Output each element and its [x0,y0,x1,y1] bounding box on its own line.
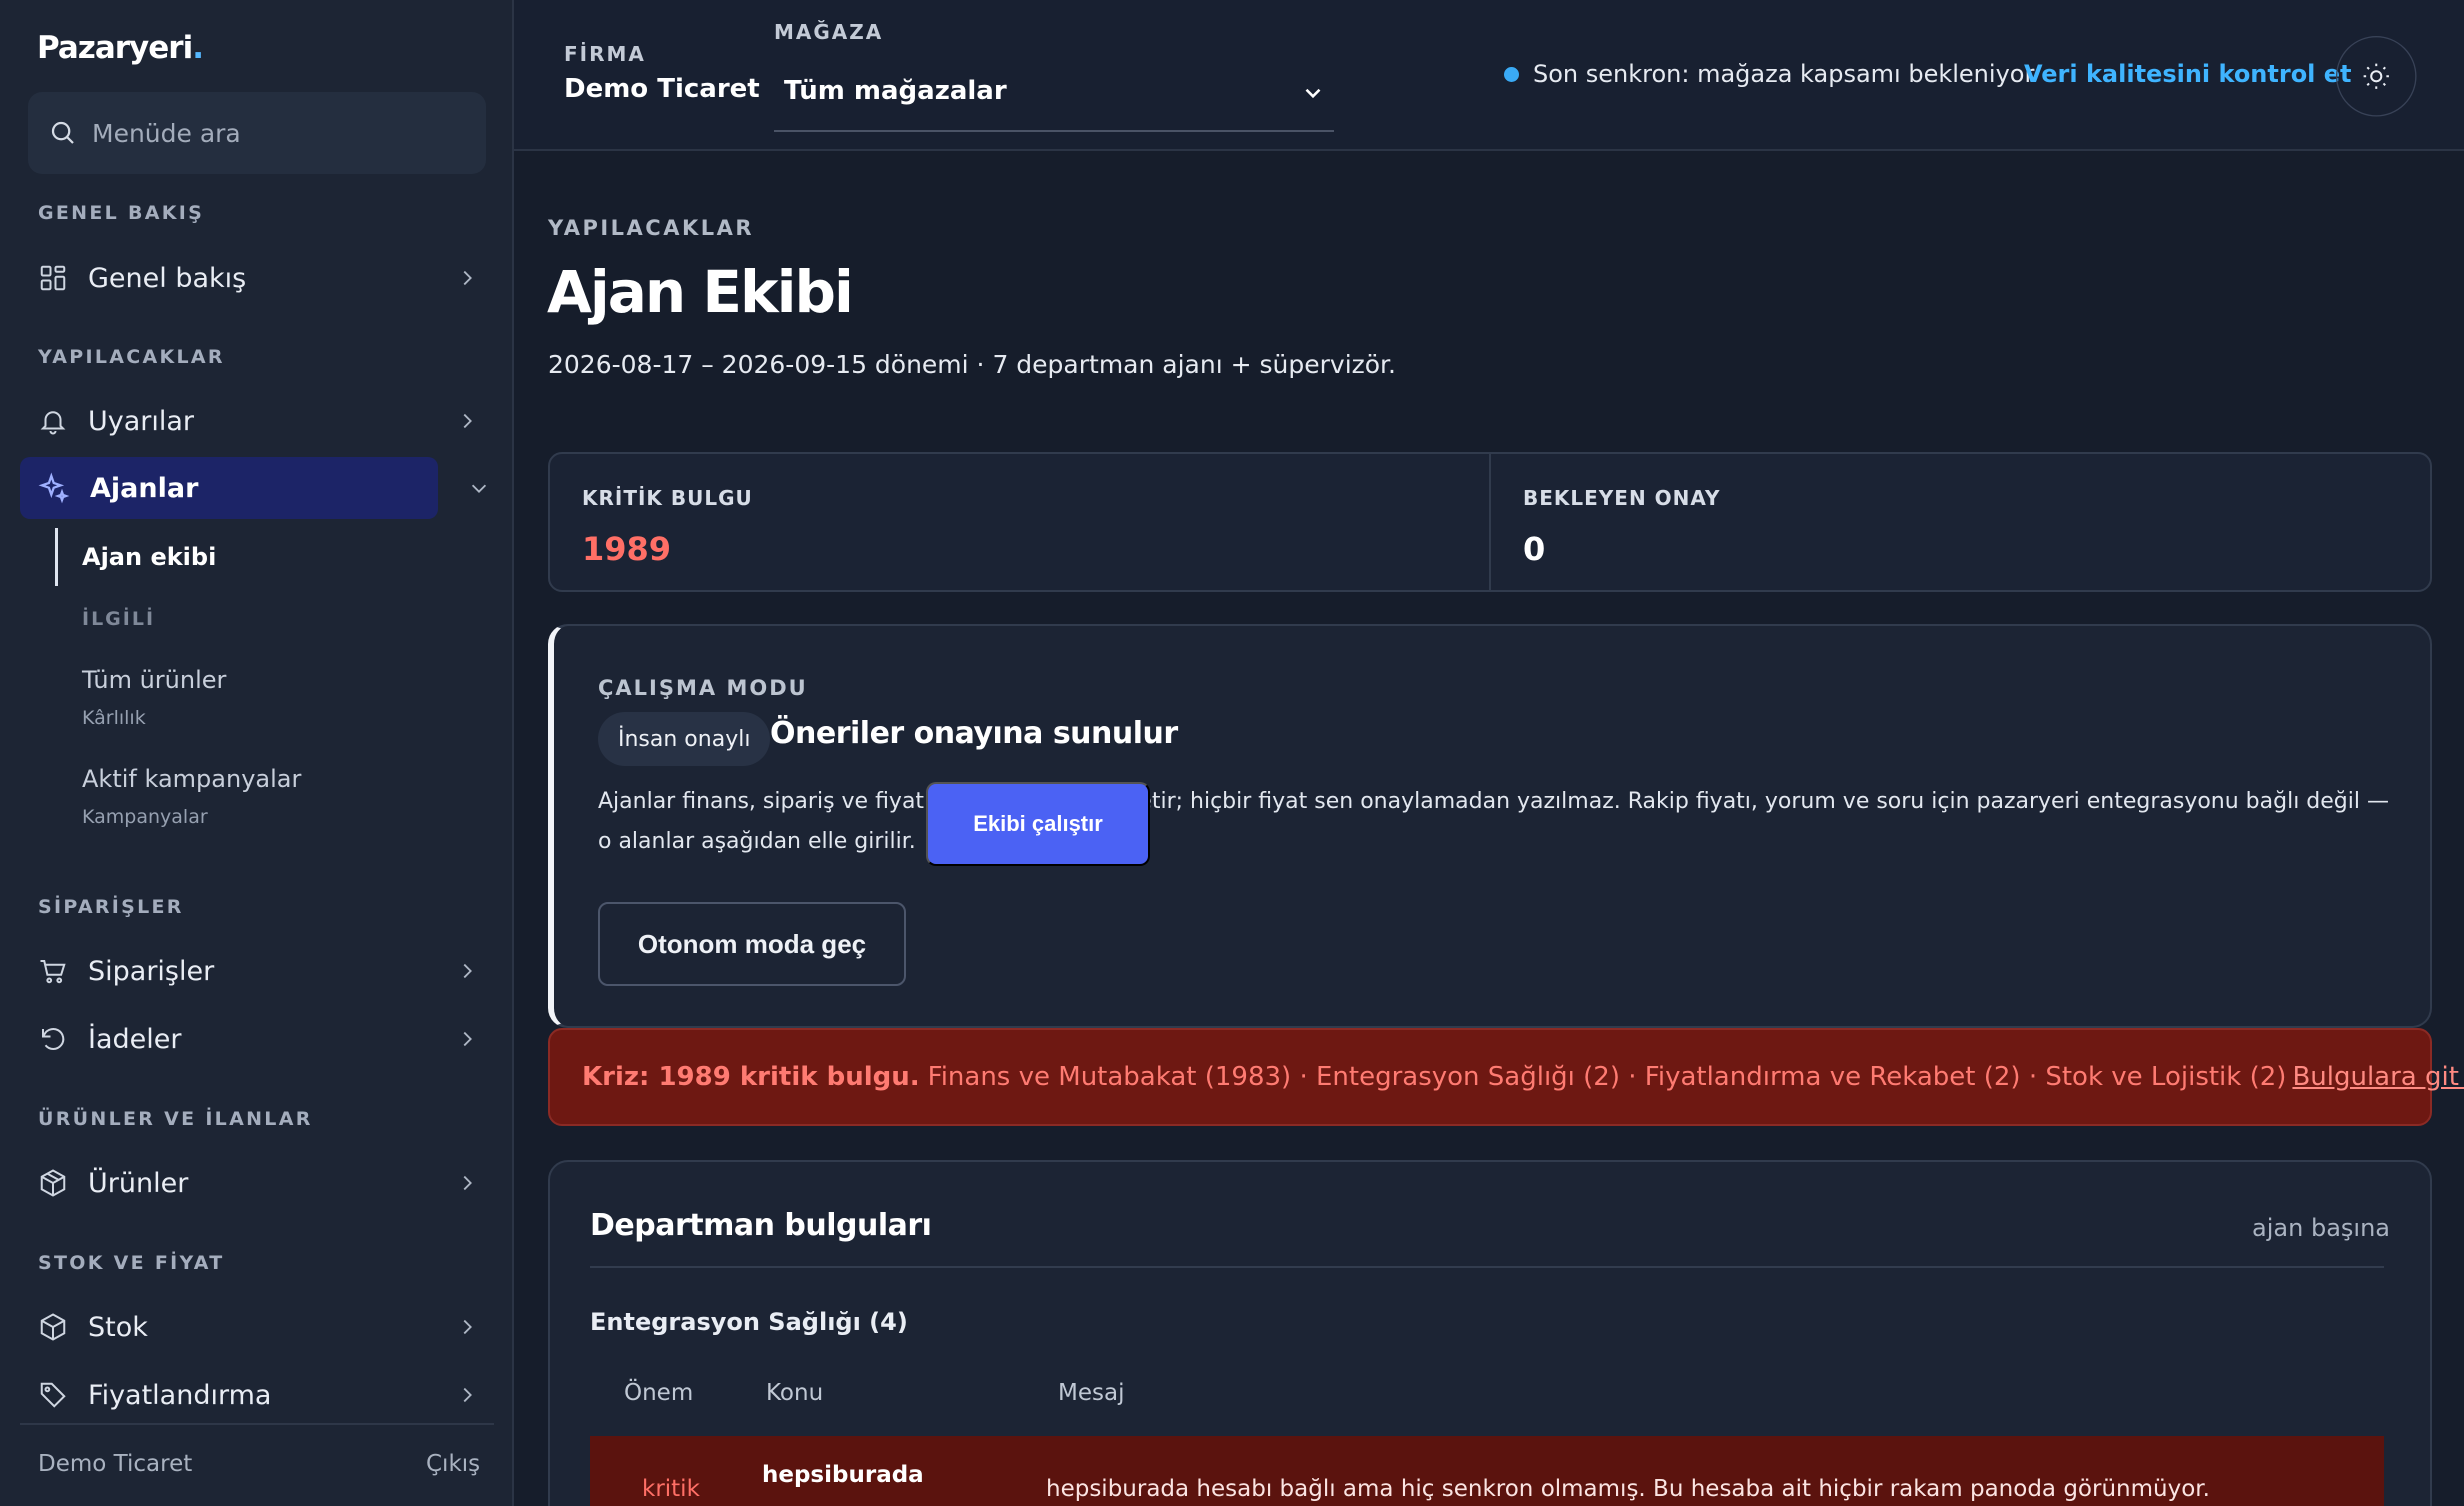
table-row[interactable]: kritik hepsiburada hepsiburada hesabı ba… [590,1436,2384,1506]
store-select[interactable]: Tüm mağazalar [774,70,1334,132]
mode-label: ÇALIŞMA MODU [598,676,808,700]
top-bar: FİRMA Demo Ticaret MAĞAZA Tüm mağazalar … [514,0,2464,151]
sidebar-item-returns[interactable]: İadeler [20,1008,490,1070]
sidebar-item-stock[interactable]: Stok [20,1296,490,1358]
sidebar-item-label: Uyarılar [88,405,195,437]
sidebar-item-pricing[interactable]: Fiyatlandırma [20,1364,490,1426]
search-placeholder: Menüde ara [92,118,241,148]
chevron-right-icon [456,1172,478,1194]
stat-label: BEKLEYEN ONAY [1523,486,1721,510]
stat-value: 1989 [582,530,672,568]
findings-group-title: Entegrasyon Sağlığı (4) [590,1308,908,1336]
sync-status: Son senkron: mağaza kapsamı bekleniyor [1504,60,2034,88]
menu-search-input[interactable]: Menüde ara [28,92,486,174]
mode-description: Ajanlar finans, sipariş ve fiyat verisin… [598,789,2389,854]
section-orders: SİPARİŞLER [38,896,184,918]
sidebar-item-alerts[interactable]: Uyarılar [20,390,490,452]
sidebar: Pazaryeri. Menüde ara GENEL BAKIŞ Genel … [0,0,514,1506]
sidebar-item-agents[interactable]: Ajanlar [20,457,487,519]
mode-badge: İnsan onaylı [598,712,771,766]
crisis-banner: Kriz: 1989 kritik bulgu. Finans ve Mutab… [548,1028,2464,1126]
stat-label: KRİTİK BULGU [582,486,753,510]
severity-badge: kritik [642,1476,700,1502]
search-icon [48,118,78,148]
department-findings-panel: Departman bulguları ajan başına Entegras… [548,1160,2432,1506]
active-subitem-indicator [55,528,58,586]
sidebar-footer-divider [20,1423,494,1425]
chevron-down-icon [1300,80,1326,106]
run-team-button[interactable]: Ekibi çalıştır [926,782,1150,866]
sidebar-subitem-agent-team[interactable]: Ajan ekibi [82,543,216,571]
crisis-title: Kriz: 1989 kritik bulgu. [582,1062,920,1092]
sparkle-icon [38,472,70,504]
sidebar-item-label: Stok [88,1311,148,1343]
sidebar-item-label: İadeler [88,1023,182,1055]
store-select-value: Tüm mağazalar [784,76,1007,106]
row-message: hepsiburada hesabı bağlı ama hiç senkron… [1046,1476,2210,1502]
sidebar-item-overview[interactable]: Genel bakış [20,247,490,309]
tag-icon [38,1380,68,1410]
chevron-right-icon [456,1316,478,1338]
go-to-findings-link[interactable]: Bulgulara git → [2292,1062,2464,1092]
box-icon [38,1312,68,1342]
chevron-right-icon [456,1384,478,1406]
stat-pending-approvals: BEKLEYEN ONAY 0 [1489,454,2430,590]
company-label: FİRMA [564,42,646,66]
brand-logo[interactable]: Pazaryeri. [37,30,204,66]
crisis-detail: Finans ve Mutabakat (1983) · Entegrasyon… [927,1062,2287,1092]
box-icon [38,1168,68,1198]
page-title: Ajan Ekibi [547,258,854,326]
stats-card: KRİTİK BULGU 1989 BEKLEYEN ONAY 0 [548,452,2432,592]
stat-value: 0 [1523,530,1546,568]
chevron-down-icon [468,477,490,499]
chevron-right-icon [456,1028,478,1050]
section-overview: GENEL BAKIŞ [38,202,205,224]
logout-button[interactable]: Çıkış [426,1451,480,1477]
working-mode-card: ÇALIŞMA MODU İnsan onaylı Öneriler onayı… [548,624,2432,1028]
sidebar-item-label: Fiyatlandırma [88,1379,272,1411]
stat-critical-findings: KRİTİK BULGU 1989 [550,454,1489,590]
sidebar-subitem-all-products[interactable]: Tüm ürünler [82,666,226,694]
company-value: Demo Ticaret [564,74,760,104]
section-products: ÜRÜNLER VE İLANLAR [38,1108,313,1130]
panel-divider [590,1266,2384,1268]
sidebar-item-label: Siparişler [88,955,215,987]
page-subtitle: 2026-08-17 – 2026-09-15 dönemi · 7 depar… [548,350,1396,379]
chevron-right-icon [456,267,478,289]
data-quality-link[interactable]: Veri kalitesini kontrol et [2024,60,2352,88]
section-todos: YAPILACAKLAR [38,346,225,368]
store-label: MAĞAZA [774,20,884,44]
chevron-right-icon [456,410,478,432]
column-header-severity: Önem [624,1380,694,1406]
sidebar-item-label: Ürünler [88,1167,189,1199]
bell-icon [38,406,68,436]
panel-caption: ajan başına [2252,1214,2390,1242]
page-eyebrow: YAPILACAKLAR [548,216,755,240]
sidebar-item-label: Genel bakış [88,262,247,294]
mode-heading: Öneriler onayına sunulur [770,716,1178,751]
panel-title: Departman bulguları [590,1208,932,1243]
sync-status-text: Son senkron: mağaza kapsamı bekleniyor [1533,60,2035,88]
autonomous-mode-button[interactable]: Otonom moda geç [598,902,906,986]
cart-icon [38,956,68,986]
chevron-right-icon [456,960,478,982]
sidebar-subitem-campaigns[interactable]: Aktif kampanyalar [82,765,301,793]
status-dot [1504,66,1519,82]
footer-company: Demo Ticaret [38,1451,193,1477]
sidebar-item-orders[interactable]: Siparişler [20,940,490,1002]
theme-toggle-button[interactable] [2336,36,2417,117]
sidebar-item-products[interactable]: Ürünler [20,1152,490,1214]
section-stock: STOK VE FİYAT [38,1252,225,1274]
grid-icon [38,263,68,293]
column-header-message: Mesaj [1058,1380,1125,1406]
campaigns-caption: Kampanyalar [82,806,208,828]
column-header-topic: Konu [766,1380,824,1406]
sidebar-item-label: Ajanlar [90,472,199,504]
row-topic: hepsiburada [762,1462,924,1488]
sun-icon [2361,61,2391,91]
undo-icon [38,1024,68,1054]
related-label: İLGİLİ [82,608,156,630]
all-products-caption: Kârlılık [82,707,146,729]
